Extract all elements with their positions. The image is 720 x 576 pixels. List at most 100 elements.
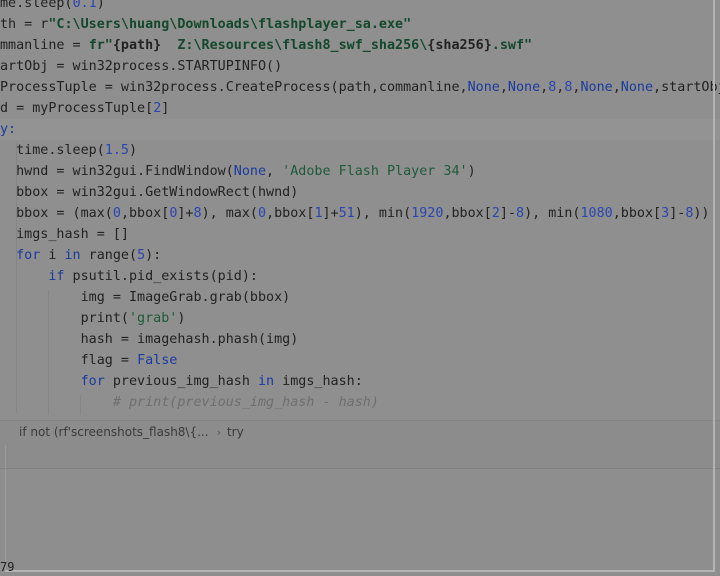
code-token: ]+ bbox=[177, 206, 194, 221]
code-token: ] bbox=[161, 101, 170, 116]
console-output-line: 79 bbox=[0, 560, 15, 574]
code-token: i bbox=[40, 248, 65, 263]
code-line[interactable]: ProcessTuple = win32process.CreateProces… bbox=[0, 77, 720, 98]
code-token: ): bbox=[145, 248, 162, 263]
overlay-dialog-border bbox=[5, 570, 715, 572]
code-token: d = myProcessTuple[ bbox=[0, 101, 154, 116]
code-line[interactable]: for previous_img_hash in imgs_hash: bbox=[0, 371, 363, 392]
code-token: .swf" bbox=[491, 38, 533, 53]
code-token: ,startObj bbox=[653, 80, 720, 95]
code-token: # print(previous_img_hash - hash) bbox=[112, 395, 379, 410]
code-token: psutil.pid_exists(pid): bbox=[64, 269, 258, 284]
code-line[interactable]: th = r"C:\Users\huang\Downloads\flashpla… bbox=[0, 14, 411, 35]
code-token: mmanline = bbox=[0, 38, 89, 53]
code-token: y: bbox=[0, 122, 17, 137]
code-token: if bbox=[48, 269, 65, 284]
code-token: ]- bbox=[669, 206, 686, 221]
code-line[interactable]: time.sleep(1.5) bbox=[0, 140, 137, 161]
code-token: hwnd = win32gui.FindWindow( bbox=[0, 164, 234, 179]
code-token: bbox = (max( bbox=[0, 206, 113, 221]
code-token: 8 bbox=[193, 206, 202, 221]
code-line[interactable]: imgs_hash = [] bbox=[0, 224, 129, 245]
code-token: None bbox=[580, 80, 613, 95]
code-token: time.sleep( bbox=[0, 143, 105, 158]
code-token: ]- bbox=[499, 206, 516, 221]
overlay-dialog-border bbox=[713, 0, 715, 572]
code-token: ,bbox[ bbox=[266, 206, 315, 221]
code-token: me.sleep( bbox=[0, 0, 73, 11]
code-token: ) bbox=[96, 0, 105, 11]
code-token: fr" bbox=[88, 38, 113, 53]
code-token: 0.1 bbox=[72, 0, 97, 11]
code-token: previous_img_hash bbox=[104, 374, 258, 389]
code-token: 0 bbox=[258, 206, 267, 221]
breadcrumb-item-if-statement[interactable]: if not (rf'screenshots_flash8\{... bbox=[19, 425, 209, 439]
code-token: ,bbox[ bbox=[612, 206, 662, 221]
overlay-dialog-border bbox=[5, 445, 6, 572]
code-token: imgs_hash = [] bbox=[0, 227, 129, 242]
code-line[interactable]: d = myProcessTuple[2] bbox=[0, 98, 169, 119]
code-token: {sha256} bbox=[427, 38, 492, 53]
code-token: , bbox=[266, 164, 283, 179]
code-token: {path} bbox=[112, 38, 162, 53]
code-token: None bbox=[467, 80, 500, 95]
code-token: 'grab' bbox=[129, 311, 178, 326]
code-token: flag = bbox=[0, 353, 138, 368]
code-token: ProcessTuple = win32process.CreateProces… bbox=[0, 80, 468, 95]
code-line[interactable]: bbox = win32gui.GetWindowRect(hwnd) bbox=[0, 182, 298, 203]
run-console-panel bbox=[0, 443, 720, 576]
code-line[interactable]: y: bbox=[0, 119, 720, 140]
code-line[interactable]: hwnd = win32gui.FindWindow(None, 'Adobe … bbox=[0, 161, 476, 182]
code-line[interactable]: mmanline = fr"{path} Z:\Resources\flash8… bbox=[0, 35, 532, 56]
code-line[interactable]: for i in range(5): bbox=[0, 245, 161, 266]
code-token: 1 bbox=[314, 206, 323, 221]
code-token: ,bbox[ bbox=[443, 206, 492, 221]
code-line[interactable]: img = ImageGrab.grab(bbox) bbox=[0, 287, 291, 308]
breadcrumb-item-try[interactable]: try bbox=[227, 425, 244, 439]
code-token: 1080 bbox=[580, 206, 613, 221]
code-token: 8 bbox=[516, 206, 525, 221]
code-token: bbox = win32gui.GetWindowRect(hwnd) bbox=[0, 185, 299, 200]
breadcrumb: if not (rf'screenshots_flash8\{... › try bbox=[0, 420, 720, 444]
code-line[interactable]: hash = imagehash.phash(img) bbox=[0, 329, 299, 350]
code-line[interactable]: if psutil.pid_exists(pid): bbox=[0, 266, 258, 287]
code-token: None bbox=[233, 164, 267, 179]
code-token: , bbox=[540, 80, 549, 95]
code-token: artObj = win32process.STARTUPINFO() bbox=[0, 59, 283, 74]
code-token: th = r bbox=[0, 17, 49, 32]
code-token: ,bbox[ bbox=[120, 206, 170, 221]
code-line[interactable]: # print(previous_img_hash - hash) bbox=[0, 392, 379, 413]
code-token: 1920 bbox=[411, 206, 444, 221]
code-token: ]+ bbox=[322, 206, 339, 221]
code-token: 'Adobe Flash Player 34' bbox=[282, 164, 468, 179]
code-editor[interactable]: me.sleep(0.1) th = r"C:\Users\huang\Downl… bbox=[0, 0, 720, 420]
code-token: img = ImageGrab.grab(bbox) bbox=[0, 290, 291, 305]
code-token: 5 bbox=[137, 248, 146, 263]
code-line[interactable]: artObj = win32process.STARTUPINFO() bbox=[0, 56, 282, 77]
code-token: ) bbox=[467, 164, 476, 179]
code-token: in bbox=[64, 248, 81, 263]
code-token: ), min( bbox=[354, 206, 412, 221]
breadcrumb-label: try bbox=[226, 425, 244, 439]
code-token: range( bbox=[80, 248, 138, 263]
chevron-right-icon: › bbox=[216, 425, 221, 439]
code-line[interactable]: me.sleep(0.1) bbox=[0, 0, 105, 14]
code-token: hash = imagehash.phash(img) bbox=[0, 332, 299, 347]
code-token: ) bbox=[129, 143, 138, 158]
code-token: 1.5 bbox=[104, 143, 129, 158]
code-token: ) bbox=[177, 311, 186, 326]
code-token: None bbox=[620, 80, 654, 95]
code-line[interactable]: print('grab') bbox=[0, 308, 186, 329]
code-token: 2 bbox=[491, 206, 500, 221]
code-line[interactable]: flag = False bbox=[0, 350, 178, 371]
code-token: print( bbox=[0, 311, 129, 326]
breadcrumb-label: if not (rf'screenshots_flash8\{... bbox=[19, 425, 209, 439]
code-token: for bbox=[16, 248, 41, 263]
code-token: False bbox=[137, 353, 178, 368]
code-line[interactable]: bbox = (max(0,bbox[0]+8), max(0,bbox[1]+… bbox=[0, 203, 709, 224]
code-token: Z:\Resources\flash8_swf_sha256\ bbox=[161, 38, 428, 53]
code-token: in bbox=[258, 374, 275, 389]
